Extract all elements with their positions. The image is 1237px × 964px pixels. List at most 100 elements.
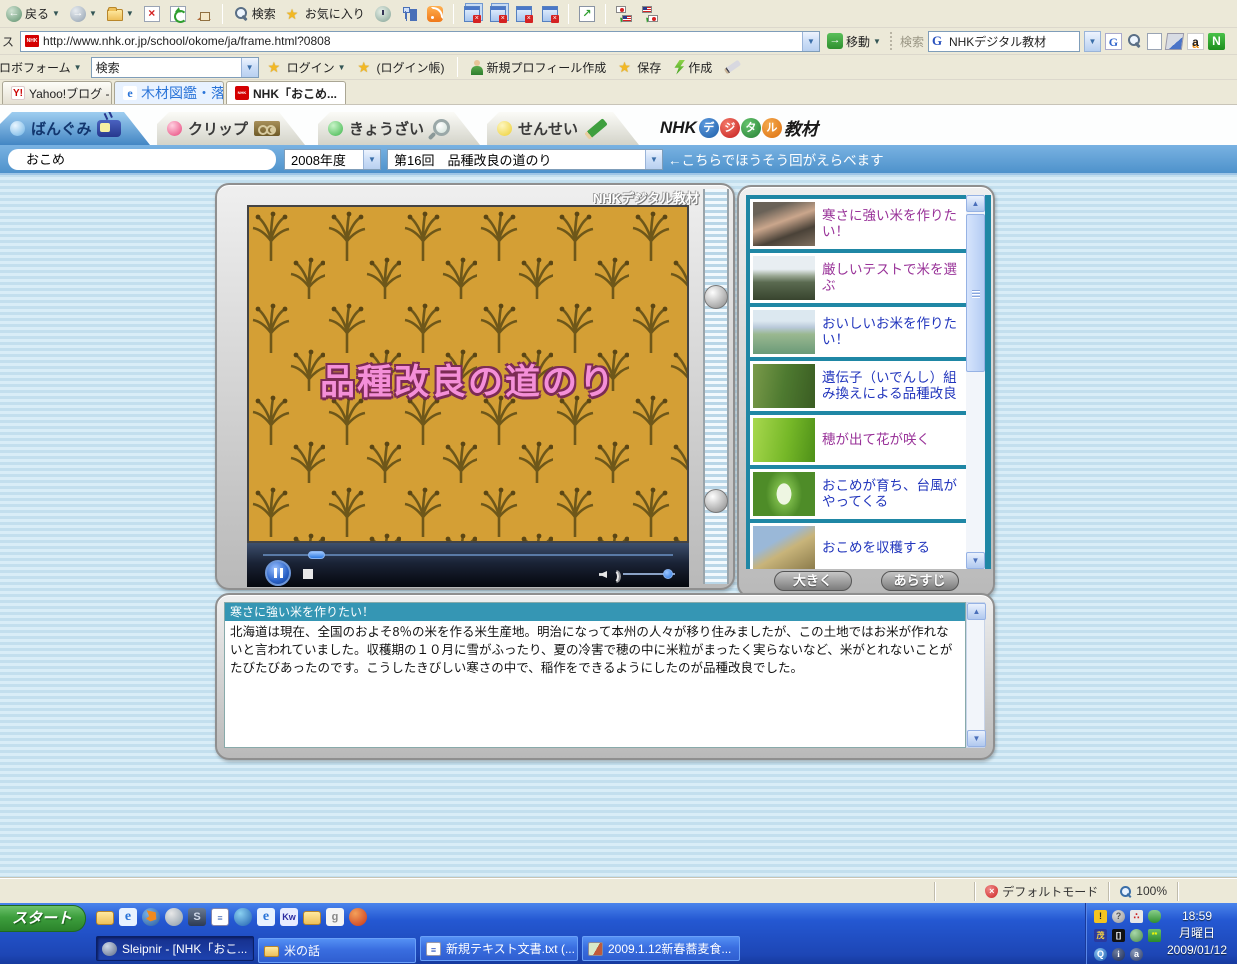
quick-launch-icon[interactable]: S [188, 908, 206, 926]
tray-icon[interactable]: 茂 [1094, 929, 1107, 942]
url-input[interactable]: NHK http://www.nhk.or.jp/school/okome/ja… [20, 30, 821, 52]
stop-button[interactable]: × [141, 5, 163, 23]
chapter-scrollbar[interactable]: ▲ ▼ [966, 195, 985, 569]
translate-en-jp-button[interactable] [639, 5, 661, 23]
roboform-search-input[interactable]: 検索 ▼ [90, 56, 259, 78]
chapter-thumbnail[interactable] [753, 418, 815, 462]
chapter-item[interactable]: おいしいお米を作りたい！ [750, 307, 968, 357]
year-select-arrow[interactable]: ▼ [363, 149, 380, 169]
sitemap-button[interactable] [398, 5, 420, 23]
close-others-button[interactable] [487, 5, 509, 23]
bigger-button[interactable]: 大きく [773, 571, 852, 591]
scroll-up-arrow[interactable]: ▲ [966, 195, 985, 212]
tray-icon[interactable]: i [1112, 948, 1125, 961]
search-dropdown[interactable]: ▼ [1083, 30, 1101, 52]
volume-thumb[interactable] [663, 569, 673, 579]
refresh-button[interactable] [167, 5, 189, 23]
strip-knob-top[interactable] [704, 285, 728, 309]
quick-launch-icon[interactable] [349, 908, 367, 926]
chapter-label[interactable]: おこめが育ち、台風がやってくる [822, 478, 968, 511]
stop-playback-button[interactable] [303, 569, 313, 579]
login-book-button[interactable]: ★ (ログイン帳) [355, 58, 448, 77]
start-button[interactable]: スタート [0, 905, 86, 932]
episode-select-arrow[interactable]: ▼ [645, 149, 662, 169]
chapter-item[interactable]: おこめを収穫する [750, 523, 968, 569]
chapter-label[interactable]: おいしいお米を作りたい！ [822, 316, 968, 349]
task-button[interactable]: Sleipnir - [NHK「おこ... [96, 936, 254, 961]
favorites-button[interactable]: ★ お気に入り [283, 4, 368, 23]
task-button[interactable]: ≡ 新規テキスト文書.txt (... [420, 936, 578, 961]
description-scrollbar[interactable]: ▲ ▼ [966, 602, 986, 748]
quick-launch-icon[interactable]: e [119, 908, 137, 926]
volume-icon[interactable] [599, 568, 619, 584]
desc-scroll-down-arrow[interactable]: ▼ [967, 730, 986, 747]
nav-tab[interactable]: クリップ [157, 112, 305, 145]
back-button[interactable]: ← 戻る ▼ [3, 4, 63, 23]
rss-button[interactable] [424, 5, 446, 23]
roboform-search-dropdown[interactable]: ▼ [240, 57, 258, 77]
tray-icon[interactable] [1130, 929, 1143, 942]
close-all-button[interactable] [461, 5, 483, 23]
chapter-thumbnail[interactable] [753, 256, 815, 300]
url-dropdown[interactable]: ▼ [802, 31, 820, 51]
quick-launch-icon[interactable] [142, 908, 160, 926]
quick-launch-icon[interactable] [96, 911, 114, 925]
chapter-item[interactable]: 穂が出て花が咲く [750, 415, 968, 465]
year-select[interactable]: 2008年度 ▼ [284, 148, 381, 170]
tray-icon[interactable]: ∴ [1130, 910, 1143, 923]
new-profile-button[interactable]: 新規プロフィール作成 [467, 58, 610, 77]
chapter-item[interactable]: 厳しいテストで米を選ぶ [750, 253, 968, 303]
volume-slider[interactable] [623, 569, 675, 579]
quick-launch-icon[interactable] [234, 908, 252, 926]
login-button[interactable]: ★ ログイン ▼ [265, 58, 349, 77]
chapter-label[interactable]: 厳しいテストで米を選ぶ [822, 262, 968, 295]
close-left-button[interactable] [513, 5, 535, 23]
chapter-item[interactable]: 遺伝子（いでんし）組み換えによる品種改良 [750, 361, 968, 411]
seek-thumb[interactable] [308, 551, 326, 559]
go-button[interactable]: → 移動 ▼ [824, 32, 884, 51]
forward-button[interactable]: → ▼ [67, 5, 100, 23]
tray-icon[interactable]: a [1130, 948, 1143, 961]
tray-icon[interactable]: ! [1094, 910, 1107, 923]
nav-tab[interactable]: きょうざい [318, 112, 480, 145]
highlight-page-icon[interactable] [1146, 32, 1162, 50]
desc-scroll-up-arrow[interactable]: ▲ [967, 603, 986, 620]
chapter-thumbnail[interactable] [753, 310, 815, 354]
n-service-button[interactable]: N [1207, 32, 1225, 50]
highlighter-button[interactable] [1164, 32, 1185, 50]
tray-icon[interactable]: Q [1094, 948, 1107, 961]
scroll-thumb[interactable] [966, 214, 985, 372]
up-folder-button[interactable]: ▼ [104, 5, 137, 22]
quick-launch-icon[interactable]: g [326, 908, 344, 926]
task-button[interactable]: 2009.1.12新春蕎麦食... [582, 936, 740, 961]
seek-bar[interactable] [263, 551, 673, 559]
video-screen[interactable]: 品種改良の道のり [247, 205, 689, 543]
chapter-item[interactable]: おこめが育ち、台風がやってくる [750, 469, 968, 519]
chapter-label[interactable]: 寒さに強い米を作りたい！ [822, 208, 968, 241]
browser-tab[interactable]: e 木材図鑑・落... [114, 81, 224, 104]
quick-launch-icon[interactable]: Kw [280, 908, 298, 926]
chapter-thumbnail[interactable] [753, 364, 815, 408]
search-page-button[interactable] [1126, 33, 1143, 50]
search-button[interactable]: 検索 [230, 4, 279, 23]
episode-select[interactable]: 第16回 品種改良の道のり ▼ [387, 148, 663, 170]
history-button[interactable] [372, 5, 394, 23]
quick-launch-icon[interactable] [303, 911, 321, 925]
zoom-control[interactable]: 100% [1108, 881, 1177, 901]
strip-knob-bottom[interactable] [704, 489, 728, 513]
translate-jp-en-button[interactable] [613, 5, 635, 23]
nav-tab[interactable]: せんせい [487, 112, 639, 145]
google-search-button[interactable]: G [1104, 32, 1122, 50]
home-button[interactable] [193, 5, 215, 23]
chapter-thumbnail[interactable] [753, 202, 815, 246]
synopsis-button[interactable]: あらすじ [880, 571, 959, 591]
amazon-button[interactable]: a [1186, 32, 1204, 50]
new-window-button[interactable]: ↗ [576, 5, 598, 23]
quick-launch-icon[interactable]: ≡ [211, 908, 229, 926]
browser-tab[interactable]: NHK NHK「おこめ... [226, 81, 347, 104]
close-right-button[interactable] [539, 5, 561, 23]
roboform-menu[interactable]: ロボフォーム ▼ [0, 58, 85, 77]
chapter-label[interactable]: 穂が出て花が咲く [822, 432, 932, 448]
chapter-thumbnail[interactable] [753, 472, 815, 516]
toolbar-search-input[interactable]: G NHKデジタル教材 [927, 30, 1080, 52]
